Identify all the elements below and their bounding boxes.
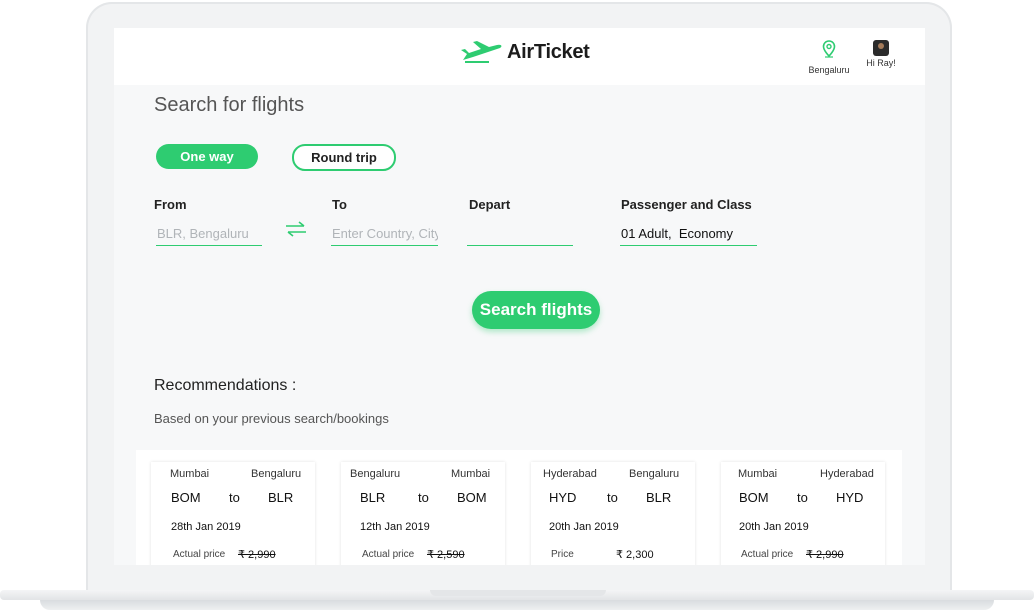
from-city: Hyderabad — [543, 468, 597, 480]
depart-input[interactable] — [467, 223, 573, 246]
swap-icon[interactable] — [284, 220, 308, 243]
laptop-base — [0, 590, 1034, 612]
recommendations-list: Mumbai Bengaluru BOM to BLR 28th Jan 201… — [136, 450, 902, 565]
from-city: Bengaluru — [350, 468, 401, 480]
to-code: BOM — [457, 490, 487, 505]
travel-date: 20th Jan 2019 — [549, 521, 619, 533]
laptop-base-bottom — [40, 600, 994, 610]
route-separator: to — [607, 490, 618, 505]
round-trip-button[interactable]: Round trip — [292, 144, 396, 171]
price-label: Price — [551, 549, 574, 560]
price-label: Actual price — [741, 549, 794, 560]
from-code: HYD — [549, 490, 577, 505]
avatar — [873, 40, 889, 56]
price-value: ₹ 2,990 — [238, 549, 276, 561]
page-title: Search for flights — [154, 94, 305, 116]
price-value: ₹ 2,990 — [806, 549, 844, 561]
from-city: Mumbai — [738, 468, 778, 480]
laptop-notch — [430, 590, 606, 596]
route-separator: to — [418, 490, 429, 505]
route-separator: to — [797, 490, 808, 505]
price-value: ₹ 2,300 — [616, 549, 654, 561]
passenger-class-select[interactable] — [620, 223, 757, 246]
top-bar: AirTicket Bengaluru Hi Ray! — [114, 28, 925, 85]
recommendations-title: Recommendations : — [154, 377, 297, 394]
price-label: Actual price — [362, 549, 415, 560]
location-pin-icon — [822, 40, 836, 62]
user-greeting: Hi Ray! — [866, 58, 896, 68]
airplane-icon — [459, 40, 503, 64]
to-city: Bengaluru — [629, 468, 680, 480]
price-value: ₹ 2,590 — [427, 549, 465, 561]
travel-date: 20th Jan 2019 — [739, 521, 809, 533]
from-code: BLR — [360, 490, 386, 505]
brand-logo[interactable]: AirTicket — [459, 40, 590, 64]
location-label: Bengaluru — [808, 65, 850, 75]
to-city: Hyderabad — [820, 468, 874, 480]
to-label: To — [332, 197, 347, 212]
travel-date: 28th Jan 2019 — [171, 521, 241, 533]
from-input[interactable] — [156, 223, 262, 246]
location-selector[interactable]: Bengaluru — [802, 40, 856, 75]
price-label: Actual price — [173, 549, 226, 560]
route-separator: to — [229, 490, 240, 505]
to-city: Mumbai — [451, 468, 491, 480]
travel-date: 12th Jan 2019 — [360, 521, 430, 533]
recommendations-subtitle: Based on your previous search/bookings — [154, 411, 389, 426]
from-code: BOM — [739, 490, 769, 505]
search-flights-button[interactable]: Search flights — [472, 291, 600, 329]
recommendation-card[interactable]: Bengaluru Mumbai BLR to BOM 12th Jan 201… — [341, 462, 505, 565]
from-label: From — [154, 197, 187, 212]
from-city: Mumbai — [170, 468, 210, 480]
recommendation-card[interactable]: Mumbai Bengaluru BOM to BLR 28th Jan 201… — [151, 462, 315, 565]
brand-name: AirTicket — [507, 40, 590, 63]
passenger-label: Passenger and Class — [621, 197, 752, 212]
app-screen: AirTicket Bengaluru Hi Ray! Search for f… — [114, 28, 925, 565]
recommendation-card[interactable]: Hyderabad Bengaluru HYD to BLR 20th Jan … — [531, 462, 695, 565]
depart-label: Depart — [469, 197, 511, 212]
to-city: Bengaluru — [251, 468, 302, 480]
to-input[interactable] — [331, 223, 438, 246]
to-code: BLR — [268, 490, 294, 505]
recommendation-card[interactable]: Mumbai Hyderabad BOM to HYD 20th Jan 201… — [721, 462, 885, 565]
to-code: BLR — [646, 490, 672, 505]
one-way-button[interactable]: One way — [156, 144, 258, 169]
to-code: HYD — [836, 490, 864, 505]
from-code: BOM — [171, 490, 201, 505]
user-menu[interactable]: Hi Ray! — [860, 40, 902, 68]
